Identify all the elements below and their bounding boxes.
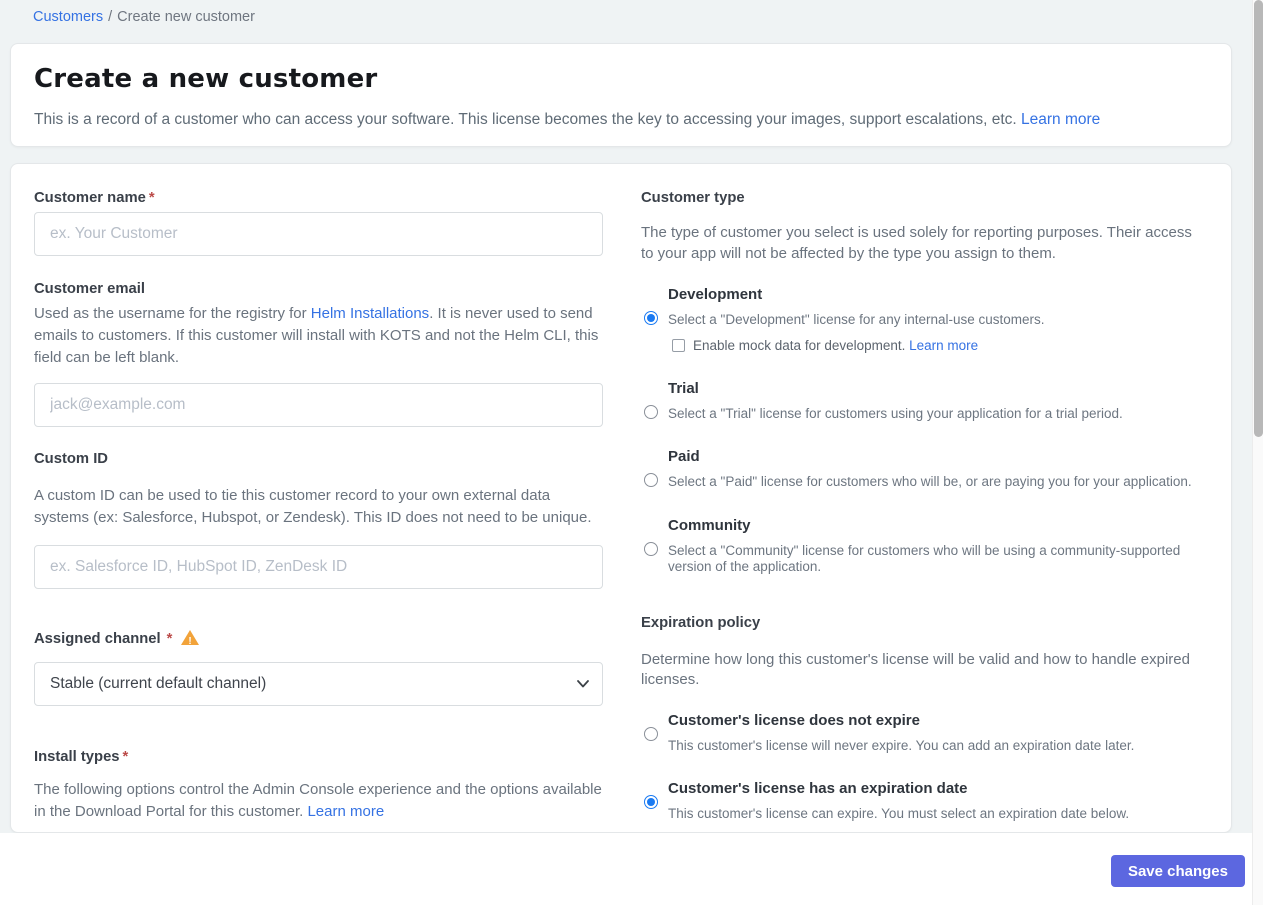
option-description: This customer's license can expire. You … [668,806,1130,821]
customer-type-description: The type of customer you select is used … [641,224,1192,262]
header-description: This is a record of a customer who can a… [34,109,1208,130]
expiration-policy-heading: Expiration policy [641,614,761,631]
install-types-label: Install types * [34,750,603,765]
assigned-channel-label: Assigned channel * [34,630,603,651]
custom-id-help: A custom ID can be used to tie this cust… [34,487,592,526]
mock-data-checkbox-text: Enable mock data for development. [693,337,906,353]
custom-id-label: Custom ID [34,451,108,467]
customer-type-option-trial: Trial Select a "Trial" license for custo… [641,381,1196,423]
required-asterisk: * [166,631,173,647]
option-description: Select a "Paid" license for customers wh… [668,474,1192,489]
customer-name-label: Customer name * [34,191,603,206]
chevron-down-icon [577,680,589,688]
option-label: Customer's license has an expiration dat… [668,780,968,797]
create-customer-page: Customers / Create new customer Create a n… [0,0,1263,905]
option-label: Customer's license does not expire [668,711,920,729]
customer-name-label-text: Customer name [34,190,146,206]
option-label: Trial [668,379,699,397]
warning-icon [181,630,200,651]
customer-email-help: Used as the username for the registry fo… [34,303,603,369]
option-description: Select a "Development" license for any i… [668,312,1045,327]
header-card: Create a new customer This is a record o… [10,43,1232,147]
radio-community[interactable] [644,541,658,556]
option-description: This customer's license will never expir… [668,737,1135,753]
header-learn-more-link[interactable]: Learn more [1021,111,1100,128]
page-title: Create a new customer [34,64,378,94]
option-label: Paid [668,448,700,465]
breadcrumb-current: Create new customer [117,9,255,25]
mock-data-checkbox-row: Enable mock data for development. Learn … [672,338,1196,353]
expiration-option-no-expire: Customer's license does not expire This … [641,713,1196,755]
customer-email-input[interactable] [34,383,603,427]
expiration-option-has-expiration: Customer's license has an expiration dat… [641,781,1196,823]
custom-id-input[interactable] [34,545,603,589]
breadcrumb: Customers / Create new customer [33,9,255,25]
radio-license-has-expiration[interactable] [644,795,658,809]
radio-development[interactable] [644,311,658,325]
save-changes-button[interactable]: Save changes [1110,855,1245,887]
option-label: Community [668,516,751,534]
option-label: Development [668,286,763,303]
required-asterisk: * [122,749,129,765]
customer-type-option-paid: Paid Select a "Paid" license for custome… [641,449,1196,491]
form-right-column: Customer type The type of customer you s… [641,191,1196,832]
assigned-channel-label-text: Assigned channel [34,631,161,647]
option-description: Select a "Community" license for custome… [668,542,1181,575]
breadcrumb-customers-link[interactable]: Customers [33,9,103,25]
install-types-label-text: Install types [34,749,120,765]
radio-paid[interactable] [644,473,658,487]
form-left-column: Customer name* Customer email Used as th… [34,191,603,832]
customer-name-input[interactable] [34,212,603,256]
radio-license-does-not-expire[interactable] [644,726,658,741]
assigned-channel-select[interactable]: Stable (current default channel) [34,662,603,706]
helm-installations-link[interactable]: Helm Installations [311,305,429,322]
expiration-policy-description: Determine how long this customer's licen… [641,650,1190,688]
install-types-help: The following options control the Admin … [34,779,603,823]
mock-data-checkbox[interactable] [672,338,685,352]
scrollbar-thumb[interactable] [1254,0,1263,437]
assigned-channel-selected-value: Stable (current default channel) [50,675,267,692]
mock-data-learn-more-link[interactable]: Learn more [909,338,978,353]
customer-email-help-before: Used as the username for the registry fo… [34,305,311,322]
footer-bar: Save changes [0,833,1263,905]
customer-type-heading: Customer type [641,190,745,206]
customer-form-card: Customer name* Customer email Used as th… [10,163,1232,833]
radio-trial[interactable] [644,404,658,419]
scrollbar-track[interactable] [1252,0,1263,905]
customer-type-option-community: Community Select a "Community" license f… [641,518,1196,576]
install-types-learn-more-link[interactable]: Learn more [307,803,384,820]
header-description-text: This is a record of a customer who can a… [34,111,1017,128]
customer-email-label: Customer email [34,281,146,297]
customer-type-option-development: Development Select a "Development" licen… [641,287,1196,353]
required-asterisk: * [148,190,155,206]
mock-data-checkbox-label: Enable mock data for development. Learn … [693,338,978,353]
option-description: Select a "Trial" license for customers u… [668,405,1123,421]
breadcrumb-separator: / [108,9,113,25]
